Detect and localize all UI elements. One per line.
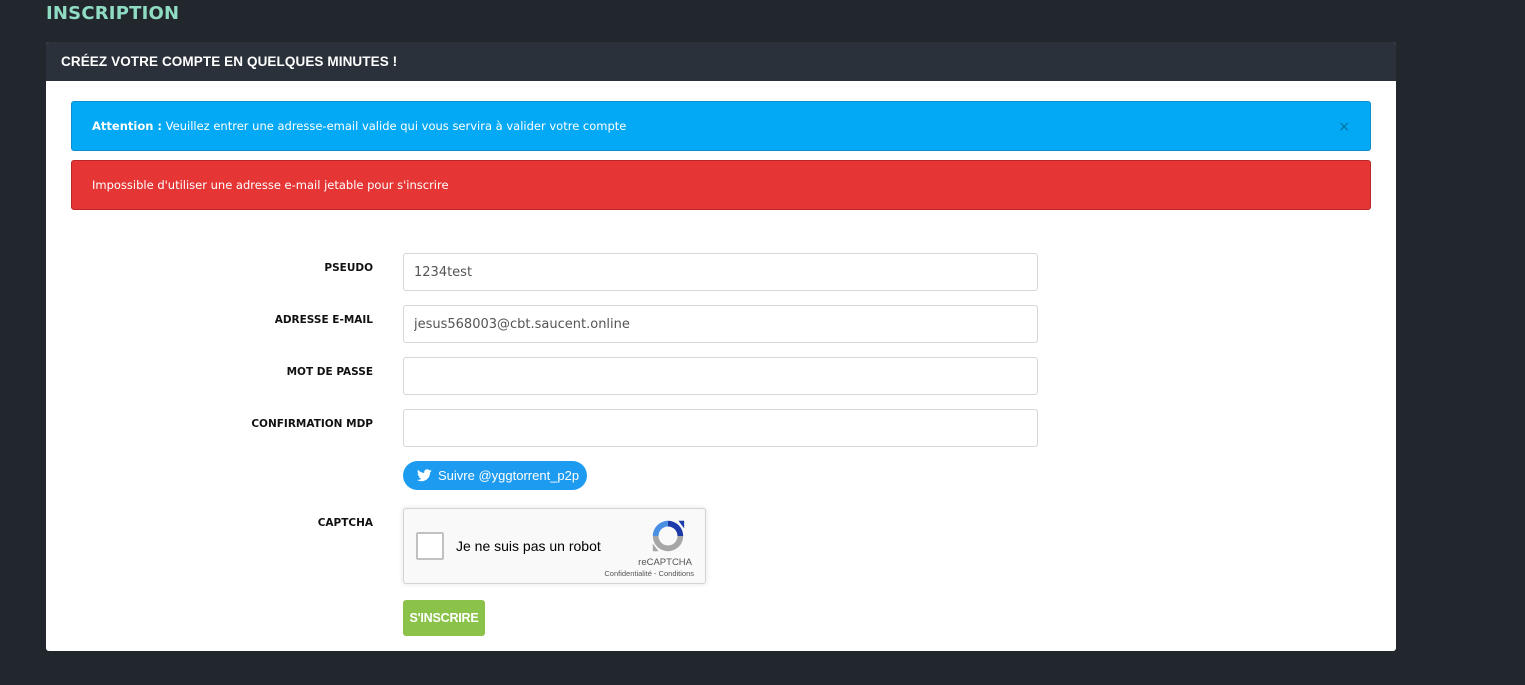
username-input[interactable] — [403, 253, 1038, 291]
password-confirm-row: CONFIRMATION MDP — [46, 409, 1396, 447]
recaptcha-brand: reCAPTCHA — [638, 557, 692, 568]
twitter-follow-button[interactable]: Suivre @yggtorrent_p2p — [403, 461, 587, 490]
email-row: ADRESSE E-MAIL — [46, 305, 1396, 343]
username-row: PSEUDO — [46, 253, 1396, 291]
recaptcha-checkbox-text: Je ne suis pas un robot — [456, 538, 601, 554]
recaptcha-links[interactable]: Confidentialité - Conditions — [604, 569, 694, 578]
panel-header: CRÉEZ VOTRE COMPTE EN QUELQUES MINUTES ! — [46, 42, 1396, 81]
password-row: MOT DE PASSE — [46, 357, 1396, 395]
danger-alert-text: Impossible d'utiliser une adresse e-mail… — [92, 178, 449, 192]
danger-alert: Impossible d'utiliser une adresse e-mail… — [71, 160, 1371, 210]
twitter-follow-label: Suivre @yggtorrent_p2p — [438, 468, 580, 483]
password-confirm-label: CONFIRMATION MDP — [251, 418, 373, 430]
email-input[interactable] — [403, 305, 1038, 343]
password-input[interactable] — [403, 357, 1038, 395]
info-alert: Attention : Veuillez entrer une adresse-… — [71, 101, 1371, 151]
password-confirm-input[interactable] — [403, 409, 1038, 447]
email-label: ADRESSE E-MAIL — [274, 314, 373, 326]
twitter-bird-icon — [417, 469, 432, 482]
recaptcha-logo-icon — [652, 520, 685, 552]
registration-panel: CRÉEZ VOTRE COMPTE EN QUELQUES MINUTES !… — [46, 42, 1396, 651]
password-label: MOT DE PASSE — [286, 366, 373, 378]
register-button[interactable]: S'INSCRIRE — [403, 600, 485, 636]
info-alert-strong: Attention : — [92, 119, 163, 133]
close-icon[interactable]: × — [1338, 102, 1350, 152]
info-alert-text: Veuillez entrer une adresse-email valide… — [162, 119, 627, 133]
captcha-label: CAPTCHA — [317, 517, 373, 529]
page-title: INSCRIPTION — [46, 3, 180, 24]
recaptcha-widget: Je ne suis pas un robot reCAPTCHA Confid… — [403, 508, 706, 584]
recaptcha-checkbox[interactable] — [416, 532, 444, 560]
username-label: PSEUDO — [324, 262, 373, 274]
